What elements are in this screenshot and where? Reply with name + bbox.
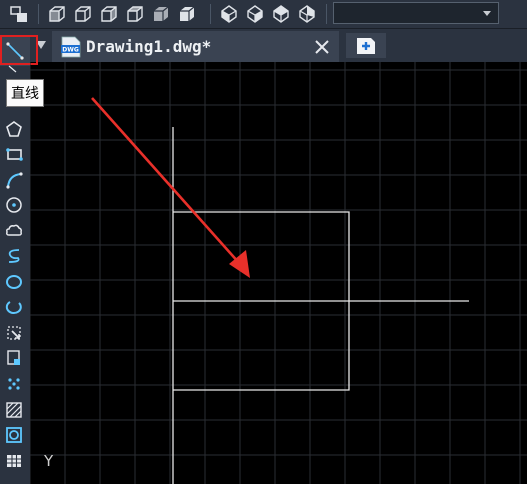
chevron-down-icon [483, 11, 491, 16]
revision-cloud-icon [6, 224, 22, 236]
arc-icon [6, 172, 23, 189]
drawing-canvas[interactable] [30, 62, 527, 484]
point-icon [8, 378, 20, 390]
new-tab-icon [357, 37, 375, 54]
iso-view-ne-icon[interactable] [270, 3, 292, 25]
drawing-geometry [172, 127, 469, 484]
top-toolbar [0, 0, 527, 29]
view-cube-iso-icon[interactable] [176, 3, 198, 25]
table-tool[interactable] [4, 451, 24, 471]
tab-bar: DWG Drawing1.dwg* [0, 29, 527, 62]
tab-title: Drawing1.dwg* [86, 37, 212, 56]
insert-block-icon [7, 326, 21, 340]
circle-tool[interactable] [4, 195, 24, 215]
svg-text:DWG: DWG [62, 47, 79, 54]
view-cube-front-icon[interactable] [46, 3, 68, 25]
red-arrow-annotation [91, 97, 250, 278]
line-tool-highlight [0, 35, 38, 65]
layout-icon[interactable] [8, 3, 30, 25]
small-arrow-icon [8, 65, 18, 73]
view-cube-top-icon[interactable] [124, 3, 146, 25]
new-tab-button[interactable] [346, 33, 386, 58]
revision-cloud-tool[interactable] [4, 221, 24, 241]
tab-drawing1[interactable]: DWG Drawing1.dwg* [52, 31, 339, 62]
view-dropdown[interactable] [333, 2, 499, 24]
arc-tool[interactable] [4, 170, 24, 190]
region-tool[interactable] [4, 425, 24, 445]
table-icon [7, 455, 21, 467]
iso-view-nw-icon[interactable] [296, 3, 318, 25]
insert-block-tool[interactable] [4, 323, 24, 343]
make-block-icon [7, 350, 20, 365]
tooltip-text: 直线 [11, 86, 39, 102]
hatch-icon [6, 402, 22, 418]
ellipse-icon [6, 275, 22, 289]
toolbar-separator [38, 4, 39, 24]
dwg-file-icon: DWG [60, 36, 82, 58]
point-tool[interactable] [4, 374, 24, 394]
toolbar-separator [326, 4, 327, 24]
view-cube-right-icon[interactable] [98, 3, 120, 25]
view-cube-back-icon[interactable] [150, 3, 172, 25]
make-block-tool[interactable] [4, 348, 24, 368]
draw-toolbar [0, 35, 38, 484]
close-icon[interactable] [310, 35, 334, 59]
grid [30, 62, 527, 484]
circle-icon [6, 197, 22, 213]
ellipse-arc-icon [5, 301, 22, 314]
ellipse-arc-tool[interactable] [4, 297, 24, 317]
spline-tool[interactable] [4, 246, 24, 266]
hatch-tool[interactable] [4, 400, 24, 420]
line-tooltip: 直线 [6, 79, 44, 107]
polygon-icon [6, 121, 22, 137]
rectangle-tool[interactable] [4, 144, 24, 164]
region-icon [6, 427, 22, 443]
toolbar-separator [210, 4, 211, 24]
spline-icon [8, 249, 20, 263]
polygon-tool[interactable] [4, 119, 24, 139]
view-cube-left-icon[interactable] [72, 3, 94, 25]
ucs-y-axis-label: Y [44, 452, 54, 470]
rectangle-icon [6, 148, 23, 161]
iso-view-se-icon[interactable] [244, 3, 266, 25]
iso-view-sw-icon[interactable] [218, 3, 240, 25]
ellipse-tool[interactable] [4, 272, 24, 292]
